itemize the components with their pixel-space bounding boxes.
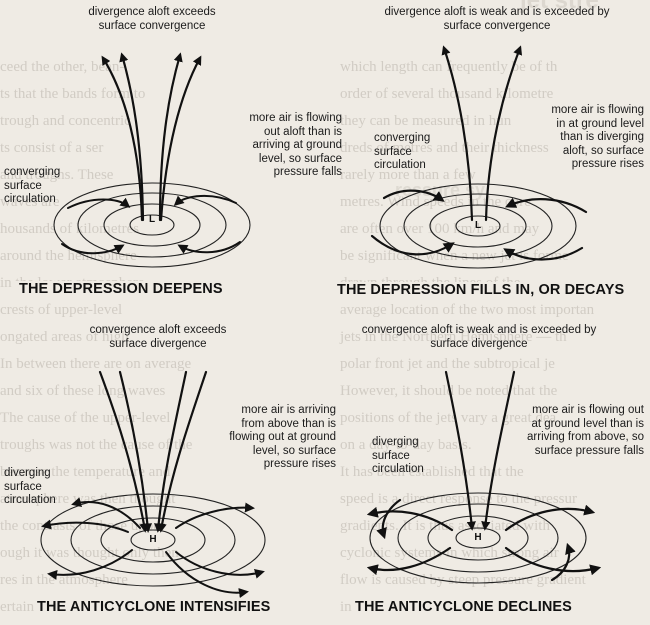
- surface-label-declines: diverging surface circulation: [372, 436, 424, 475]
- surface-label-fills: converging surface circulation: [374, 132, 431, 171]
- aloft-label-declines: convergence aloft is weak and is exceede…: [361, 324, 597, 350]
- caption-depression-fills: THE DEPRESSION FILLS IN, OR DECAYS: [334, 282, 628, 298]
- caption-anticyclone-declines: THE ANTICYCLONE DECLINES: [352, 599, 575, 615]
- aloft-label-deepens: divergence aloft exceeds surface converg…: [88, 6, 216, 32]
- caption-depression-deepens: THE DEPRESSION DEEPENS: [16, 281, 226, 297]
- aloft-label-fills: divergence aloft is weak and is exceeded…: [384, 6, 610, 32]
- updraft-arrows: [101, 52, 202, 222]
- diagram-artwork: [40, 45, 602, 599]
- pressure-label-fills: more air is flowing in at ground level t…: [551, 104, 644, 170]
- pressure-center-high: H: [474, 532, 482, 543]
- pressure-center-low: L: [148, 214, 156, 225]
- aloft-label-intensifies: convergence aloft exceeds surface diverg…: [89, 324, 227, 350]
- isobar-rings: [53, 182, 251, 268]
- pressure-label-intensifies: more air is arriving from above than is …: [229, 404, 336, 470]
- caption-anticyclone-intensifies: THE ANTICYCLONE INTENSIFIES: [34, 599, 274, 615]
- surface-outflow-arrows: [41, 497, 265, 599]
- pressure-label-declines: more air is flowing out at ground level …: [527, 404, 644, 457]
- surface-label-intensifies: diverging surface circulation: [4, 467, 56, 506]
- pressure-label-deepens: more air is flowing out aloft than is ar…: [249, 112, 342, 178]
- surface-label-deepens: converging surface circulation: [4, 166, 61, 205]
- pressure-center-high: H: [149, 534, 157, 545]
- pressure-center-low: L: [474, 220, 482, 231]
